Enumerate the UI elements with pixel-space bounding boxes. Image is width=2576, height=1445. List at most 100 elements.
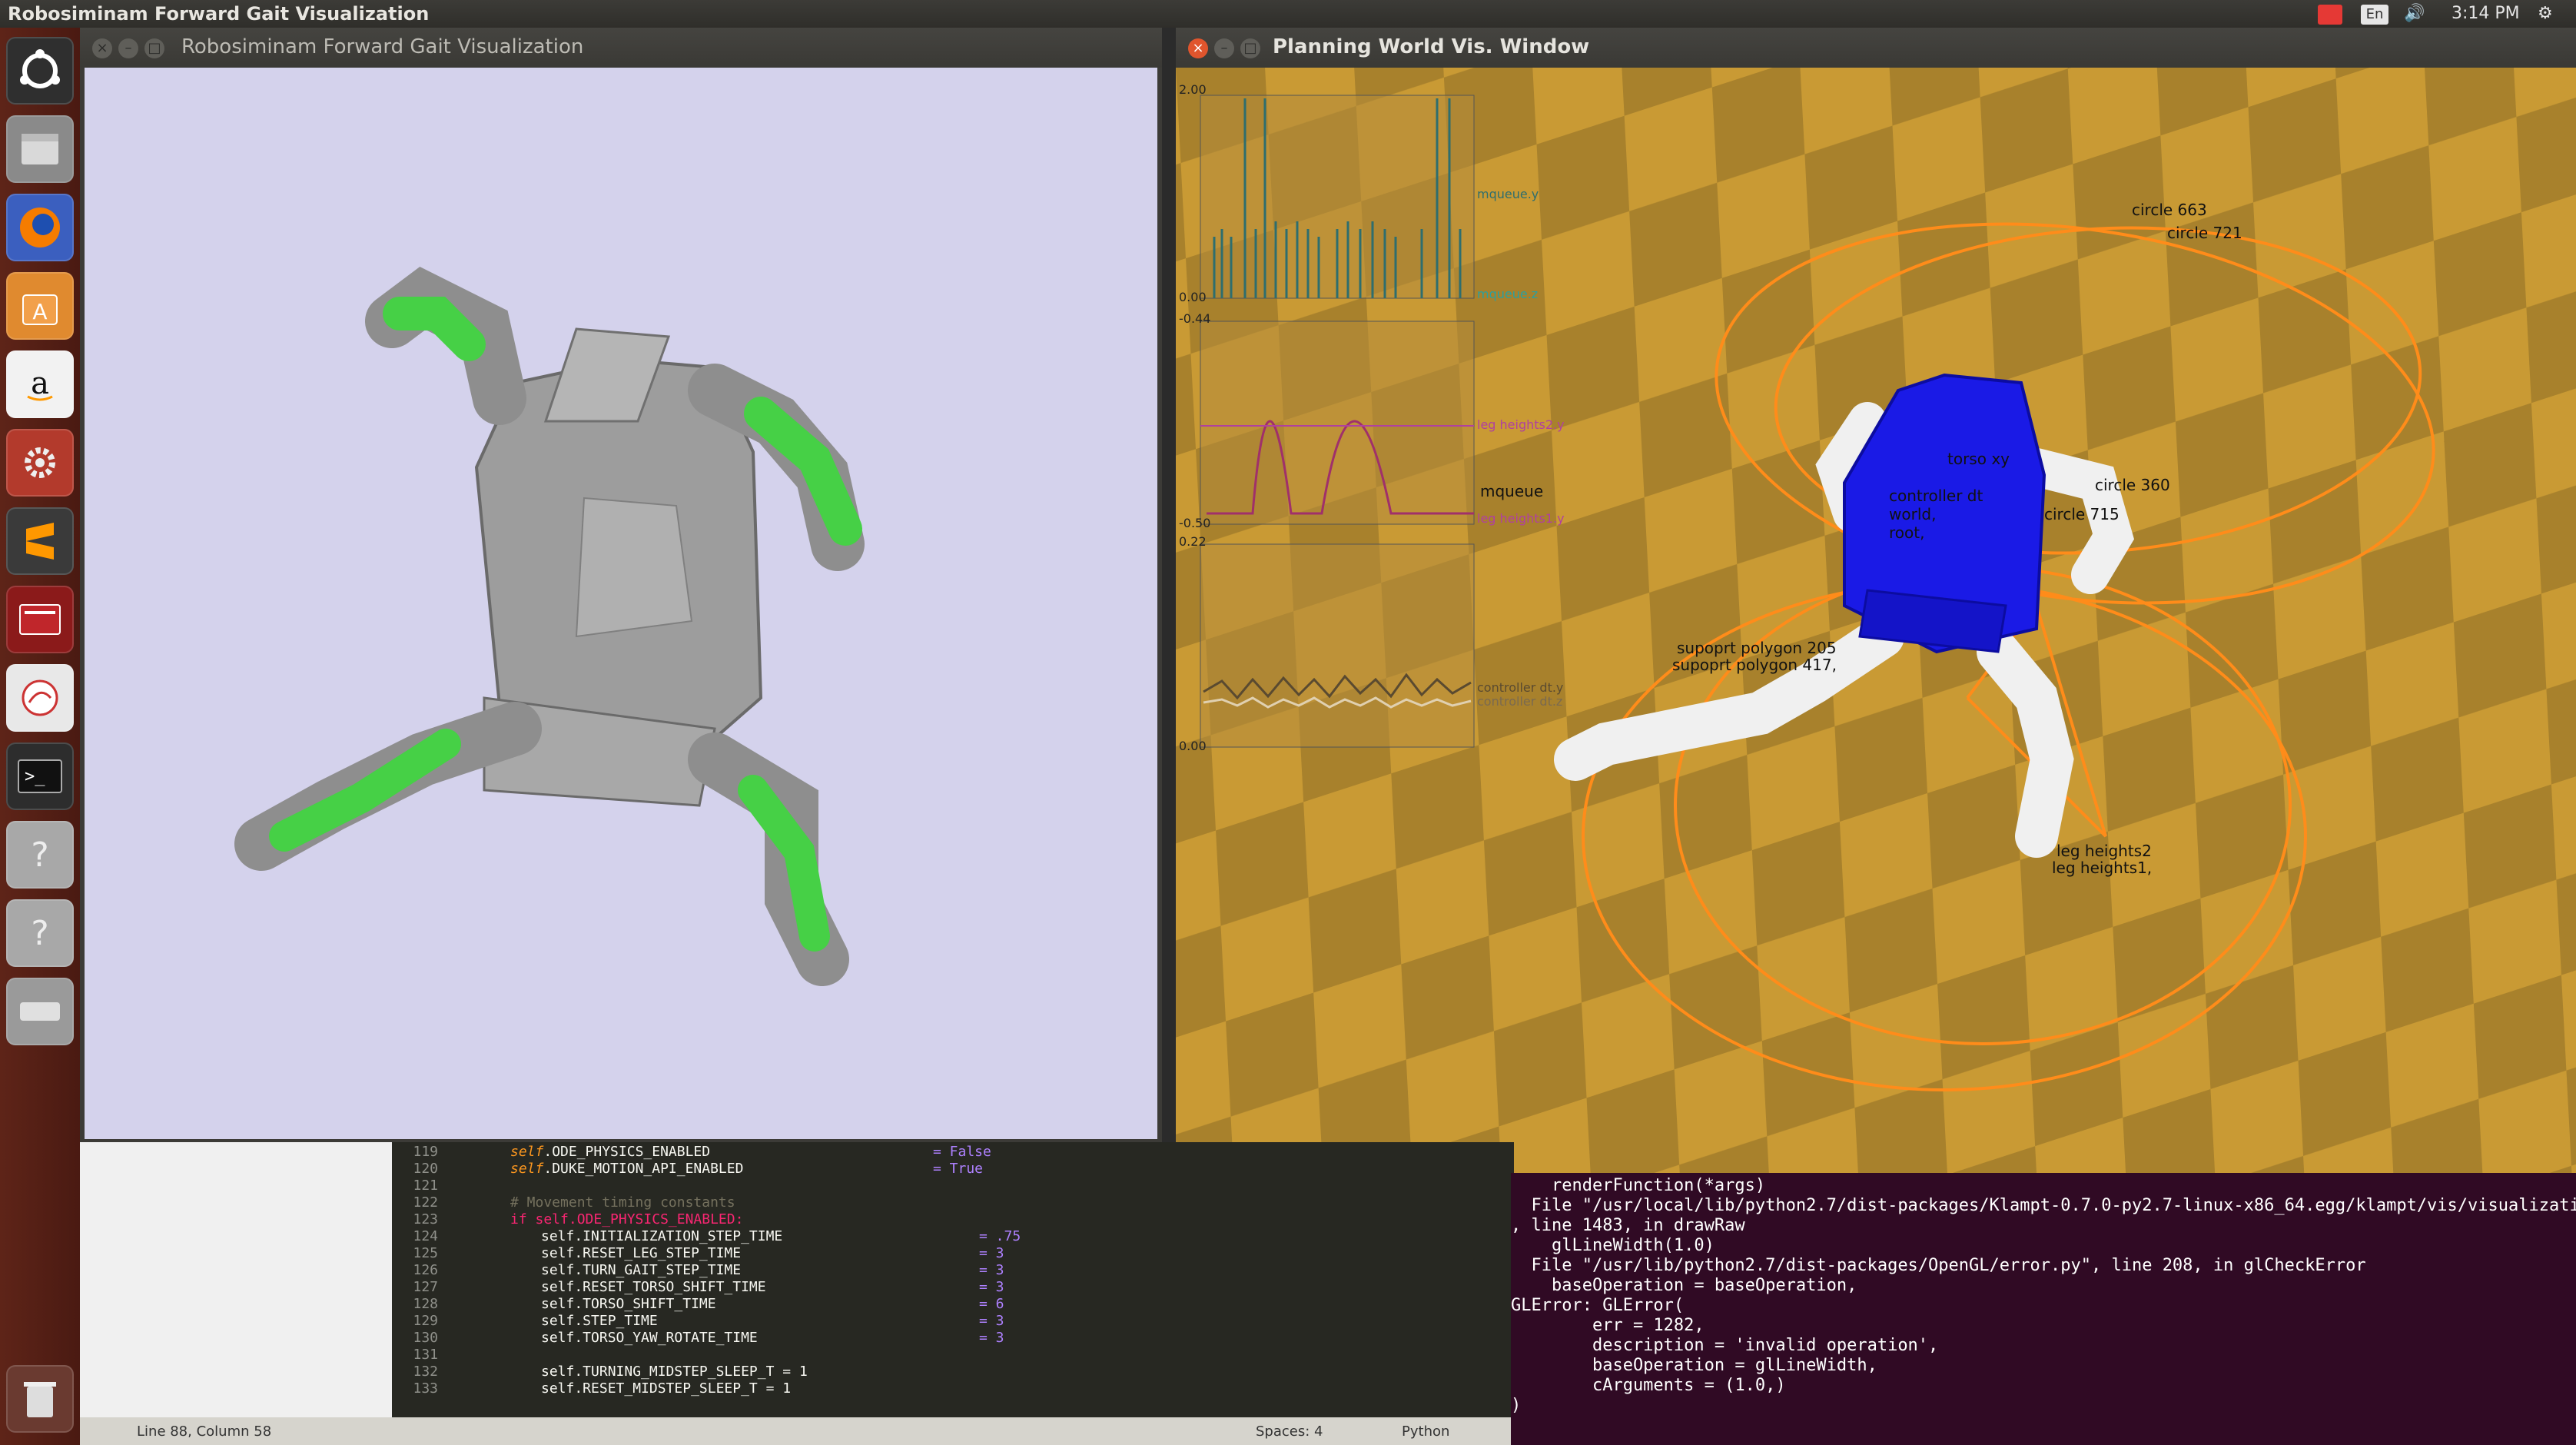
label-circle-721: circle 721 (2167, 224, 2242, 242)
code-line: 129 self.STEP_TIME = 3 (413, 1313, 1004, 1329)
code-line: 124 self.INITIALIZATION_STEP_TIME = .75 (413, 1228, 1021, 1244)
gait-window-titlebar[interactable]: × – □ Robosiminam Forward Gait Visualiza… (80, 28, 1162, 68)
label-root: root, (1889, 523, 1924, 542)
files-icon[interactable] (6, 115, 74, 183)
editor-code-area[interactable]: 119 self.ODE_PHYSICS_ENABLED = False 120 se… (395, 1142, 1514, 1417)
firefox-icon[interactable] (6, 194, 74, 261)
unknown-app-1-icon[interactable]: ? (6, 821, 74, 889)
terminal-line: GLError: GLError( (1511, 1296, 1685, 1315)
editor-sidebar (80, 1142, 392, 1417)
active-app-title: Robosiminam Forward Gait Visualization (8, 3, 430, 25)
plot-3-frame (1200, 543, 1475, 748)
plot-2-ymax: -0.44 (1179, 311, 1210, 326)
code-line: 132 self.TURNING_MIDSTEP_SLEEP_T = 1 (413, 1364, 808, 1380)
terminal-line: baseOperation = baseOperation, (1511, 1276, 1857, 1295)
terminal-line: File "/usr/lib/python2.7/dist-packages/O… (1511, 1256, 2366, 1275)
code-line: 121 (413, 1178, 438, 1194)
plot-1-series-1: mqueue.y (1477, 187, 1539, 201)
plot-2-series-1: leg heights2.y (1477, 417, 1565, 432)
terminal-line: cArguments = (1.0,) (1511, 1376, 1786, 1395)
unknown-app-2-icon[interactable]: ? (6, 899, 74, 967)
sublime-text-icon[interactable] (6, 507, 74, 575)
status-indentation[interactable]: Spaces: 4 (1256, 1423, 1323, 1440)
planning-3d-viewport[interactable]: 2.00 0.00 mqueue.y mqueue.z -0.44 -0.50 … (1176, 68, 2576, 1173)
ubuntu-dash-icon[interactable] (6, 37, 74, 105)
label-support-polygon-205: supoprt polygon 205 (1677, 639, 1837, 657)
code-editor: 119 self.ODE_PHYSICS_ENABLED = False 120 se… (80, 1142, 1514, 1445)
code-line: 127 self.RESET_TORSO_SHIFT_TIME = 3 (413, 1279, 1004, 1295)
plan-window-title: Planning World Vis. Window (1273, 35, 1590, 58)
label-support-polygon-417: supoprt polygon 417, (1672, 656, 1837, 674)
code-line: 128 self.TORSO_SHIFT_TIME = 6 (413, 1296, 1004, 1312)
system-menu-gear-icon[interactable]: ⚙ (2538, 2, 2553, 25)
label-circle-663: circle 663 (2132, 201, 2207, 219)
label-circle-715: circle 715 (2044, 505, 2120, 523)
code-line: 122 # Movement timing constants (413, 1194, 735, 1211)
svg-text:A: A (32, 299, 47, 324)
amazon-icon[interactable]: a (6, 350, 74, 418)
robot-model-render (234, 267, 865, 986)
label-leg-heights-2: leg heights2 (2056, 842, 2152, 860)
red-app-icon[interactable] (6, 586, 74, 653)
status-syntax[interactable]: Python (1402, 1423, 1449, 1440)
plot-1-ymin: 0.00 (1179, 290, 1207, 304)
close-icon[interactable]: × (92, 38, 112, 58)
minimize-icon[interactable]: – (1214, 38, 1234, 58)
maximize-icon[interactable]: □ (144, 38, 164, 58)
plot-1-series-2: mqueue.z (1477, 287, 1538, 301)
plan-window-titlebar[interactable]: × – □ Planning World Vis. Window (1176, 28, 2576, 68)
code-line: 131 (413, 1347, 438, 1363)
plot-3-ymin: 0.00 (1179, 739, 1207, 753)
white-app-icon[interactable] (6, 664, 74, 732)
keyboard-language-indicator[interactable]: En (2361, 5, 2388, 25)
system-settings-icon[interactable] (6, 429, 74, 497)
gait-visualization-window: × – □ Robosiminam Forward Gait Visualiza… (80, 28, 1162, 1142)
plot-3-series-1: controller dt.y (1477, 680, 1563, 695)
svg-text:a: a (31, 366, 49, 401)
software-center-icon[interactable]: A (6, 272, 74, 340)
volume-icon[interactable]: 🔊 (2404, 2, 2425, 25)
gait-3d-viewport[interactable] (85, 68, 1157, 1139)
notification-indicator-icon[interactable] (2318, 5, 2342, 25)
plot-2-ymin: -0.50 (1179, 516, 1210, 530)
plot-3-series-2: controller dt.z (1477, 694, 1562, 709)
terminal-line: glLineWidth(1.0) (1511, 1236, 1715, 1255)
terminal-line: baseOperation = glLineWidth, (1511, 1356, 1877, 1375)
code-line: 130 self.TORSO_YAW_ROTATE_TIME = 3 (413, 1330, 1004, 1346)
terminal-line: err = 1282, (1511, 1316, 1705, 1335)
plot-2-overlay-label: mqueue (1480, 482, 1543, 500)
terminal-line: , line 1483, in drawRaw (1511, 1216, 1745, 1235)
minimize-icon[interactable]: – (118, 38, 138, 58)
status-cursor-position[interactable]: Line 88, Column 58 (137, 1423, 271, 1440)
top-panel: Robosiminam Forward Gait Visualization E… (0, 0, 2576, 28)
label-controller-dt: controller dt (1889, 487, 1983, 505)
svg-text:>_: >_ (25, 767, 45, 786)
terminal-line: ) (1511, 1396, 1522, 1415)
code-line: 125 self.RESET_LEG_STEP_TIME = 3 (413, 1245, 1004, 1261)
terminal-output[interactable]: renderFunction(*args) File "/usr/local/l… (1511, 1173, 2576, 1445)
terminal-line: description = 'invalid operation', (1511, 1336, 1939, 1355)
code-line: 119 self.ODE_PHYSICS_ENABLED = False (413, 1144, 991, 1160)
terminal-line: renderFunction(*args) (1511, 1176, 1766, 1195)
drive-icon[interactable] (6, 978, 74, 1045)
plot-3-ymax: 0.22 (1179, 534, 1207, 549)
code-line: 123 if self.ODE_PHYSICS_ENABLED: (413, 1211, 744, 1227)
planning-world-window: × – □ Planning World Vis. Window 2.00 0.… (1176, 28, 2576, 1173)
clock[interactable]: 3:14 PM (2452, 2, 2520, 25)
planning-scene: 2.00 0.00 mqueue.y mqueue.z -0.44 -0.50 … (1176, 68, 2576, 1173)
label-circle-360: circle 360 (2095, 476, 2170, 494)
code-line: 120 self.DUKE_MOTION_API_ENABLED = True (413, 1161, 984, 1177)
terminal-line: File "/usr/local/lib/python2.7/dist-pack… (1511, 1196, 2576, 1215)
code-line: 133 self.RESET_MIDSTEP_SLEEP_T = 1 (413, 1380, 792, 1397)
maximize-icon[interactable]: □ (1240, 38, 1260, 58)
gait-window-title: Robosiminam Forward Gait Visualization (181, 35, 584, 58)
trash-icon[interactable] (6, 1365, 74, 1433)
label-torso-xy: torso xy (1947, 450, 2010, 468)
label-leg-heights-1: leg heights1, (2052, 859, 2152, 877)
close-icon[interactable]: × (1188, 38, 1208, 58)
plot-2-frame (1200, 321, 1475, 525)
code-line: 126 self.TURN_GAIT_STEP_TIME = 3 (413, 1262, 1004, 1278)
plot-2-series-2: leg heights1.y (1477, 511, 1565, 526)
plot-1-ymax: 2.00 (1179, 82, 1207, 97)
terminal-icon[interactable]: >_ (6, 742, 74, 810)
